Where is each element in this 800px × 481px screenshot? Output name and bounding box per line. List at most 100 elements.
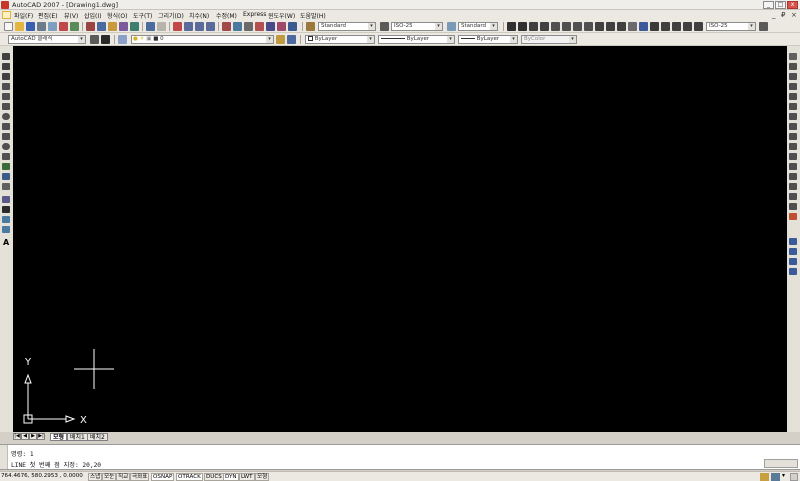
clean-screen-icon[interactable] <box>790 473 798 481</box>
baseline-icon[interactable] <box>606 22 615 31</box>
pan-icon[interactable] <box>173 22 182 31</box>
ducs-toggle[interactable]: DUCS <box>204 473 224 481</box>
lineweight-select[interactable]: ByLayer ▾ <box>458 35 518 44</box>
layer-select[interactable]: ● ☀ ▣ ■ 0 ▾ <box>131 35 274 44</box>
toolbar-lock-icon[interactable] <box>771 473 780 481</box>
break-icon[interactable] <box>789 173 797 180</box>
model-toggle[interactable]: 모형 <box>255 473 270 481</box>
bring-above-icon[interactable] <box>789 268 797 275</box>
doc-minimize-button[interactable]: _ <box>772 11 776 19</box>
table-style-select[interactable]: Standard ▾ <box>458 22 498 31</box>
prev-tab-button[interactable]: ◀ <box>21 433 29 440</box>
polyline-icon[interactable] <box>2 73 10 80</box>
polar-toggle[interactable]: 극좌표 <box>130 473 150 481</box>
next-tab-button[interactable]: ▶ <box>29 433 37 440</box>
ellipse-arc-icon[interactable] <box>2 153 10 160</box>
new-icon[interactable] <box>4 22 13 31</box>
radius-icon[interactable] <box>551 22 560 31</box>
undo-icon[interactable] <box>146 22 155 31</box>
properties-icon[interactable] <box>222 22 231 31</box>
ellipse-icon[interactable] <box>2 143 10 150</box>
zoom-window-icon[interactable] <box>195 22 204 31</box>
match-properties-icon[interactable] <box>119 22 128 31</box>
send-to-back-icon[interactable] <box>789 258 797 265</box>
first-tab-button[interactable]: |◀ <box>13 433 21 440</box>
save-workspace-icon[interactable] <box>101 35 110 44</box>
quick-dim-icon[interactable] <box>595 22 604 31</box>
tolerance-icon[interactable] <box>639 22 648 31</box>
menu-edit[interactable]: 편집(E) <box>38 11 58 20</box>
menu-view[interactable]: 뷰(V) <box>64 11 78 20</box>
publish-icon[interactable] <box>59 22 68 31</box>
doc-restore-button[interactable]: ₽ <box>781 11 785 19</box>
tool-palettes-icon[interactable] <box>244 22 253 31</box>
stretch-icon[interactable] <box>789 133 797 140</box>
tab-layout2[interactable]: 배치2 <box>87 433 108 441</box>
circle-icon[interactable] <box>2 113 10 120</box>
continue-icon[interactable] <box>617 22 626 31</box>
command-prompt[interactable]: LINE 첫 번째 점 지정: 20,20 <box>11 460 101 469</box>
polygon-icon[interactable] <box>2 83 10 90</box>
zoom-previous-icon[interactable] <box>206 22 215 31</box>
redo-icon[interactable] <box>157 22 166 31</box>
aligned-dim-icon[interactable] <box>518 22 527 31</box>
menu-draw[interactable]: 그리기(D) <box>158 11 184 20</box>
layer-manager-icon[interactable] <box>118 35 127 44</box>
snap-toggle[interactable]: 스냅 <box>88 473 103 481</box>
last-tab-button[interactable]: ▶| <box>37 433 45 440</box>
sheet-set-icon[interactable] <box>255 22 264 31</box>
scale-icon[interactable] <box>789 123 797 130</box>
table-icon[interactable] <box>2 226 10 233</box>
draworder-icon[interactable] <box>789 238 797 245</box>
block-editor-icon[interactable] <box>130 22 139 31</box>
leader-icon[interactable] <box>628 22 637 31</box>
drawing-canvas[interactable] <box>13 46 787 432</box>
table-style-icon[interactable] <box>447 22 456 31</box>
dim-edit-icon[interactable] <box>661 22 670 31</box>
doc-close-button[interactable]: × <box>791 11 797 19</box>
command-scrollbar[interactable] <box>764 459 798 468</box>
rectangle-icon[interactable] <box>2 93 10 100</box>
line-icon[interactable] <box>2 53 10 60</box>
chamfer-icon[interactable] <box>789 193 797 200</box>
break-at-point-icon[interactable] <box>789 163 797 170</box>
close-button[interactable]: x <box>787 1 798 9</box>
dim-style-manager-icon[interactable] <box>694 22 703 31</box>
help-icon[interactable] <box>288 22 297 31</box>
make-block-icon[interactable] <box>2 173 10 180</box>
menu-insert[interactable]: 삽입(I) <box>84 11 102 20</box>
arc-length-icon[interactable] <box>529 22 538 31</box>
arc-icon[interactable] <box>2 103 10 110</box>
lwt-toggle[interactable]: LWT <box>239 473 255 481</box>
mtext-icon[interactable]: A <box>3 238 9 247</box>
ortho-toggle[interactable]: 직교 <box>116 473 131 481</box>
menu-modify[interactable]: 수정(M) <box>216 11 237 20</box>
maximize-button[interactable]: □ <box>775 1 786 9</box>
menu-window[interactable]: 윈도우(W) <box>268 11 295 20</box>
dim-style-icon[interactable] <box>380 22 389 31</box>
rotate-icon[interactable] <box>789 113 797 120</box>
dim-style-select[interactable]: ISO-25 ▾ <box>391 22 443 31</box>
center-mark-icon[interactable] <box>650 22 659 31</box>
extend-icon[interactable] <box>789 153 797 160</box>
join-icon[interactable] <box>789 183 797 190</box>
dim-text-edit-icon[interactable] <box>672 22 681 31</box>
spline-icon[interactable] <box>2 133 10 140</box>
command-window-grip[interactable] <box>0 445 8 469</box>
text-style-icon[interactable] <box>306 22 315 31</box>
status-menu-icon[interactable]: ▾ <box>782 472 785 479</box>
linear-dim-icon[interactable] <box>507 22 516 31</box>
point-icon[interactable] <box>2 183 10 190</box>
menu-express[interactable]: Express <box>243 11 266 18</box>
revision-cloud-icon[interactable] <box>2 123 10 130</box>
3d-dwf-icon[interactable] <box>70 22 79 31</box>
menu-file[interactable]: 파일(F) <box>14 11 33 20</box>
menu-help[interactable]: 도움말(H) <box>300 11 326 20</box>
offset-icon[interactable] <box>789 83 797 90</box>
gradient-icon[interactable] <box>2 206 10 213</box>
hatch-icon[interactable] <box>2 196 10 203</box>
make-current-layer-icon[interactable] <box>276 35 285 44</box>
markup-icon[interactable] <box>266 22 275 31</box>
mleader-style-select[interactable]: ISO-25 ▾ <box>706 22 756 31</box>
coordinate-readout[interactable]: 764.4676, 580.2953 , 0.0000 <box>1 473 83 480</box>
